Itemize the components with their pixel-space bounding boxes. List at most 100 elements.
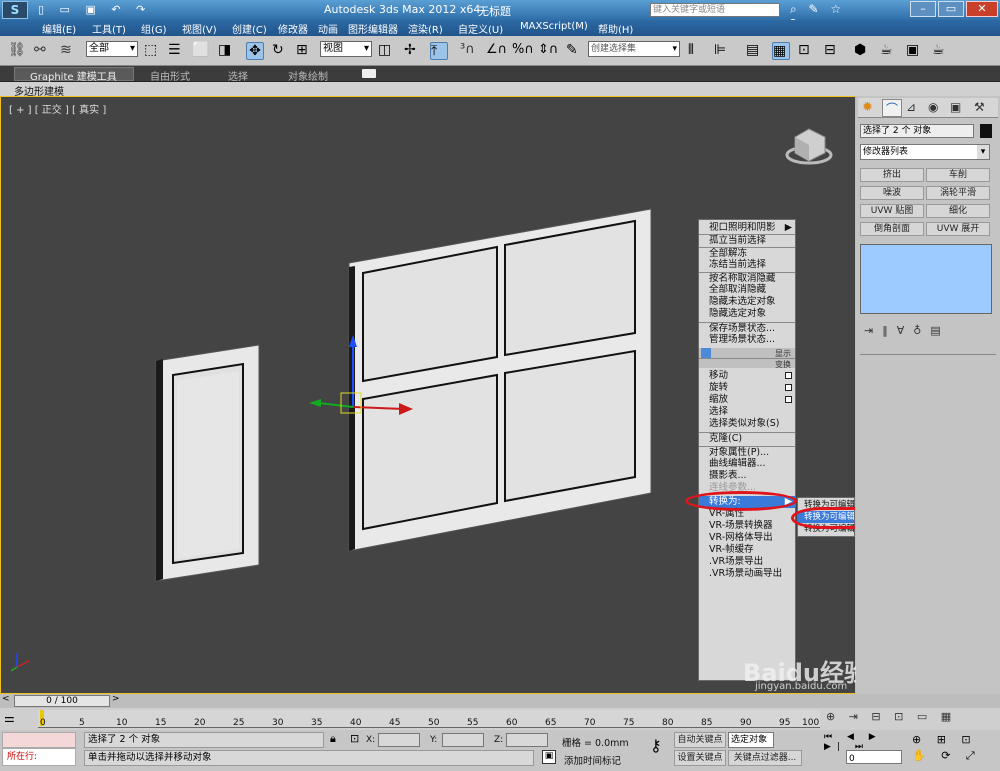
quad-item-manage-scene-state[interactable]: 管理场景状态... xyxy=(699,334,795,346)
window-crossing-icon[interactable]: ◨ xyxy=(218,42,236,60)
align-icon[interactable]: ⊫ xyxy=(714,42,732,60)
select-by-name-icon[interactable]: ☰ xyxy=(168,42,186,60)
keyboard-shortcut-icon[interactable]: ⤒ xyxy=(430,42,448,60)
graphite-toggle-icon[interactable]: ▦ xyxy=(772,42,790,60)
quad-item-hide-unselected[interactable]: 隐藏未选定对象 xyxy=(699,296,795,308)
render-production-icon[interactable]: ☕ xyxy=(932,42,950,60)
menu-customize[interactable]: 自定义(U) xyxy=(458,21,503,36)
quad-item-curve-editor[interactable]: 曲线编辑器... xyxy=(699,458,795,470)
snaps-toggle-icon[interactable]: ³∩ xyxy=(460,42,478,60)
quad-item-save-scene-state[interactable]: 保存场景状态... xyxy=(699,322,795,334)
bind-spacewarp-icon[interactable]: ≋ xyxy=(60,42,78,60)
modifier-uvw-map-button[interactable]: UVW 贴图 xyxy=(860,204,924,218)
pivot-center-icon[interactable]: ◫ xyxy=(378,42,396,60)
modifier-stack[interactable] xyxy=(860,244,992,314)
app-logo-icon[interactable]: S xyxy=(2,1,28,19)
menu-help[interactable]: 帮助(H) xyxy=(598,21,633,36)
quad-item-isolate[interactable]: 孤立当前选择 xyxy=(699,234,795,246)
render-setup-icon[interactable]: ☕ xyxy=(880,42,898,60)
time-slider-thumb[interactable]: 0 / 100 xyxy=(14,695,110,707)
motion-tab-icon[interactable]: ◉ xyxy=(928,100,938,114)
quad-item-unhide-all[interactable]: 全部取消隐藏 xyxy=(699,284,795,296)
quad-item-unhide-by-name[interactable]: 按名称取消隐藏 xyxy=(699,272,795,284)
y-coordinate-field[interactable] xyxy=(442,733,484,747)
modify-tab-icon[interactable]: ⌒ xyxy=(882,99,902,117)
modifier-turbosmooth-button[interactable]: 涡轮平滑 xyxy=(926,186,990,200)
quad-item-vr-mesh-export[interactable]: VR-网格体导出 xyxy=(699,532,795,544)
quad-item-vr-framebuffer[interactable]: VR-帧缓存 xyxy=(699,544,795,556)
viewport-perspective[interactable]: [ + ] [ 正交 ] [ 真实 ] 视口照明和阴影 ▶ 孤立当前选择 全部解… xyxy=(0,96,868,694)
select-move-icon[interactable]: ✥ xyxy=(246,42,264,60)
show-end-result-icon[interactable]: ‖ xyxy=(882,324,897,337)
next-frame-icon[interactable]: > xyxy=(112,694,120,704)
quad-item-object-properties[interactable]: 对象属性(P)... xyxy=(699,446,795,458)
x-coordinate-field[interactable] xyxy=(378,733,420,747)
modifier-list-dropdown[interactable]: 修改器列表 ▾ xyxy=(860,144,990,160)
maxscript-listener[interactable] xyxy=(2,732,76,748)
manipulate-icon[interactable]: ✢ xyxy=(404,42,422,60)
modifier-bevel-profile-button[interactable]: 倒角剖面 xyxy=(860,222,924,236)
menu-group[interactable]: 组(G) xyxy=(141,21,167,36)
key-icon[interactable]: ⚷ xyxy=(650,736,662,755)
pin-stack-icon[interactable]: ⇥ xyxy=(864,324,882,337)
quad-item-freeze-selection[interactable]: 冻结当前选择 xyxy=(699,259,795,271)
absolute-mode-icon[interactable]: ⊡ xyxy=(350,732,359,745)
spinner-snap-icon[interactable]: ⇕∩ xyxy=(538,42,558,60)
infocenter-icons[interactable]: ⌕ ✎ ☆ ? xyxy=(790,2,860,31)
ref-coord-dropdown[interactable]: 视图 ▾ xyxy=(320,41,372,57)
quad-item-dope-sheet[interactable]: 摄影表... xyxy=(699,470,795,482)
menu-animation[interactable]: 动画 xyxy=(318,21,338,36)
quad-item-move[interactable]: 移动 xyxy=(699,370,795,382)
remove-modifier-icon[interactable]: ♁ xyxy=(913,324,930,337)
configure-sets-icon[interactable]: ▤ xyxy=(930,324,949,337)
display-tab-icon[interactable]: ▣ xyxy=(950,100,961,114)
edit-named-sets-icon[interactable]: ✎ xyxy=(566,42,584,60)
select-object-icon[interactable]: ⬚ xyxy=(144,42,162,60)
close-button[interactable]: ✕ xyxy=(966,1,998,17)
set-key-button[interactable]: 设置关键点 xyxy=(674,750,726,766)
select-rotate-icon[interactable]: ↻ xyxy=(272,42,290,60)
quad-item-vr-scene-export[interactable]: .VR场景导出 xyxy=(699,556,795,568)
prev-frame-icon[interactable]: < xyxy=(2,694,10,704)
z-coordinate-field[interactable] xyxy=(506,733,548,747)
quad-item-clone[interactable]: 克隆(C) xyxy=(699,432,795,444)
menu-modifiers[interactable]: 修改器 xyxy=(278,21,308,36)
hierarchy-tab-icon[interactable]: ⊿ xyxy=(906,100,916,114)
quad-item-unfreeze-all[interactable]: 全部解冻 xyxy=(699,247,795,259)
mirror-icon[interactable]: ⫴ xyxy=(688,42,706,60)
modifier-tessellate-button[interactable]: 细化 xyxy=(926,204,990,218)
quick-access-icons[interactable]: ▯ ▭ ▣ ↶ ↷ ▾ xyxy=(38,3,158,29)
lock-selection-icon[interactable]: 🔒︎ xyxy=(330,732,336,746)
schematic-view-icon[interactable]: ⊟ xyxy=(824,42,842,60)
window-large[interactable] xyxy=(348,208,652,552)
modifier-lathe-button[interactable]: 车削 xyxy=(926,168,990,182)
maximize-button[interactable]: ▭ xyxy=(938,1,964,17)
selected-object-dropdown[interactable]: 选定对象 xyxy=(728,732,774,748)
quad-item-rotate[interactable]: 旋转 xyxy=(699,382,795,394)
selection-filter-dropdown[interactable]: 全部 ▾ xyxy=(86,41,138,57)
quad-item-scale[interactable]: 缩放 xyxy=(699,394,795,406)
object-name-field[interactable]: 选择了 2 个 对象 xyxy=(860,124,974,138)
playback-controls[interactable]: ⏮ ◀ ▶ ▶| ⏭ xyxy=(824,732,908,752)
percent-snap-icon[interactable]: %∩ xyxy=(512,42,534,60)
time-tag-icon[interactable]: ▣ xyxy=(542,750,556,764)
minimize-button[interactable]: – xyxy=(910,1,936,17)
menu-graph-editors[interactable]: 图形编辑器 xyxy=(348,21,398,36)
search-input[interactable]: 键入关键字或短语 xyxy=(650,3,780,17)
object-color-swatch[interactable] xyxy=(980,124,992,138)
time-slider[interactable]: 0 / 100 < > xyxy=(0,694,1000,708)
track-icons[interactable]: ⊕ ⇥ ⊟ ⊡ ▭ ▦ xyxy=(826,710,996,726)
modifier-extrude-button[interactable]: 挤出 xyxy=(860,168,924,182)
tab-freeform[interactable]: 自由形式 xyxy=(150,68,190,83)
material-editor-icon[interactable]: ⬢ xyxy=(854,42,872,60)
quad-item-vr-scene-converter[interactable]: VR-场景转换器 xyxy=(699,520,795,532)
add-time-tag[interactable]: 添加时间标记 xyxy=(564,753,621,767)
modifier-unwrap-uvw-button[interactable]: UVW 展开 xyxy=(926,222,990,236)
key-filters-button[interactable]: 关键点过滤器... xyxy=(728,750,802,766)
menu-rendering[interactable]: 渲染(R) xyxy=(408,21,443,36)
settings-box-icon[interactable] xyxy=(785,372,792,379)
rect-selection-icon[interactable]: ⬜ xyxy=(192,42,210,60)
make-unique-icon[interactable]: ∀ xyxy=(897,324,914,337)
angle-snap-icon[interactable]: ∠∩ xyxy=(486,42,507,60)
utilities-tab-icon[interactable]: ⚒ xyxy=(974,100,985,114)
